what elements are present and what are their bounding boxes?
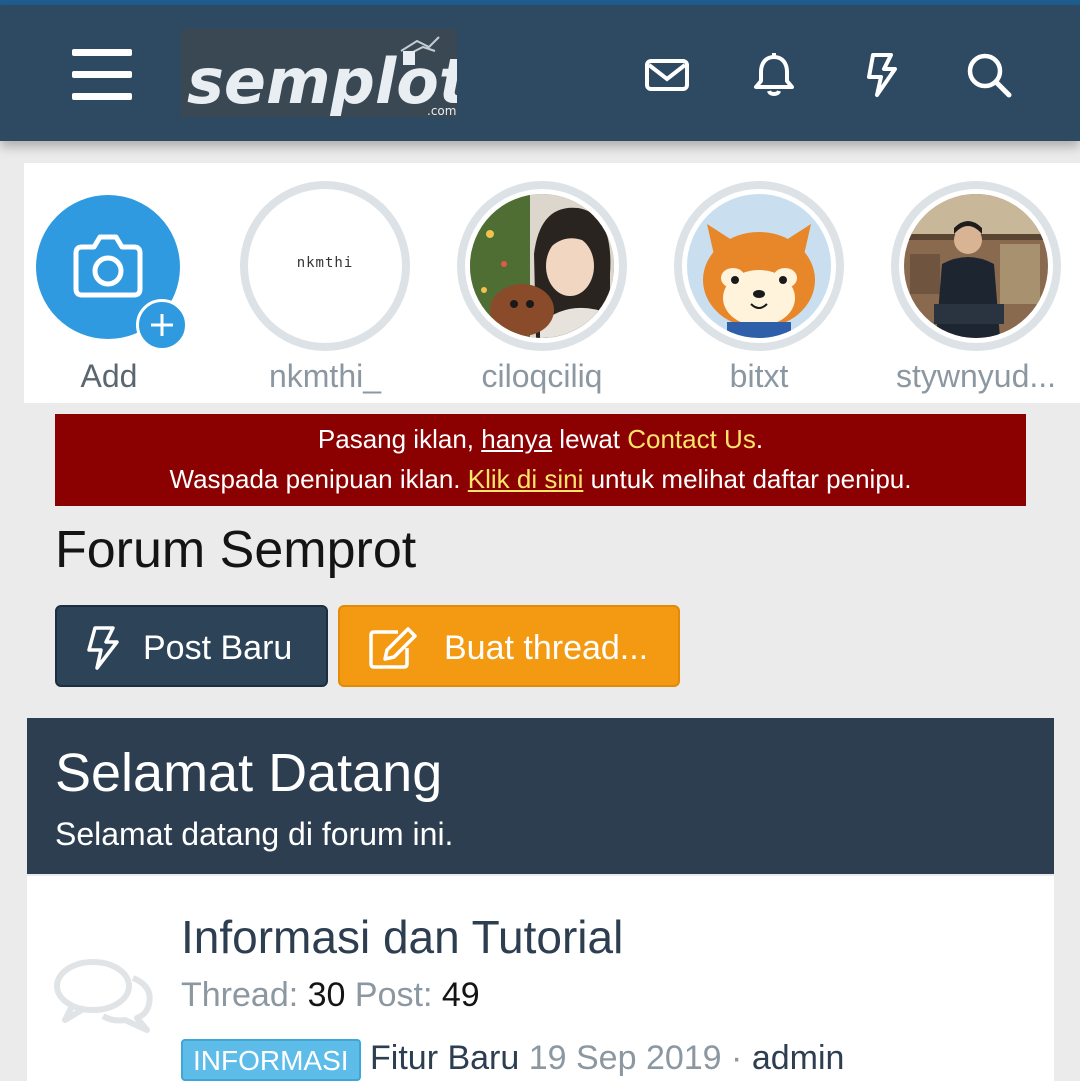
avatar: [687, 194, 831, 338]
comments-icon: [54, 959, 153, 1033]
logo-subtext: .com: [427, 104, 456, 117]
story-item[interactable]: bitxt: [674, 181, 844, 403]
klik-di-sini-link[interactable]: Klik di sini: [468, 464, 584, 494]
story-name: Add: [80, 358, 138, 394]
buat-thread-button[interactable]: Buat thread...: [338, 605, 680, 687]
latest-date: 19 Sep 2019: [528, 1039, 722, 1077]
avatar: [904, 194, 1048, 338]
search-icon[interactable]: [965, 51, 1013, 99]
notice-line-2: Waspada penipuan iklan. Klik di sini unt…: [169, 464, 912, 494]
post-baru-button[interactable]: Post Baru: [55, 605, 328, 687]
stories-bar: Add nkmthi nkmthi_ ciloqciliq bitxt styw…: [24, 163, 1080, 403]
envelope-icon[interactable]: [643, 51, 691, 99]
latest-thread-link[interactable]: Fitur Baru: [370, 1039, 519, 1077]
story-item[interactable]: stywnyud...: [891, 181, 1061, 403]
story-item[interactable]: nkmthi nkmthi_: [240, 181, 410, 403]
avatar: nkmthi: [248, 189, 402, 343]
bolt-icon: [87, 626, 119, 670]
forum-stats: Thread: 30 Post: 49: [181, 976, 480, 1014]
notice-line-1: Pasang iklan, hanya lewat Contact Us.: [317, 424, 764, 454]
post-baru-label: Post Baru: [143, 629, 293, 667]
welcome-section-header: Selamat Datang Selamat datang di forum i…: [27, 718, 1054, 874]
story-name: bitxt: [729, 358, 789, 394]
menu-icon[interactable]: [72, 49, 132, 101]
avatar-text: nkmthi: [296, 255, 354, 271]
welcome-title: Selamat Datang: [55, 743, 443, 803]
story-item[interactable]: ciloqciliq: [457, 181, 627, 403]
site-logo[interactable]: semplot .com: [181, 29, 457, 117]
thread-count: 30: [307, 976, 346, 1014]
bell-icon[interactable]: [750, 51, 798, 99]
prefix-badge: INFORMASI: [181, 1039, 361, 1081]
post-count: 49: [441, 976, 480, 1014]
forum-title-link[interactable]: Informasi dan Tutorial: [181, 910, 623, 964]
buat-thread-label: Buat thread...: [444, 629, 649, 667]
welcome-subtitle: Selamat datang di forum ini.: [55, 816, 454, 852]
page-title: Forum Semprot: [55, 521, 417, 579]
app-header: semplot .com: [0, 5, 1080, 141]
edit-icon: [369, 627, 417, 669]
hanya-link[interactable]: hanya: [481, 424, 552, 454]
forum-latest-thread: INFORMASI Fitur Baru 19 Sep 2019 · admin: [181, 1039, 844, 1081]
forum-node-row: Informasi dan Tutorial Thread: 30 Post: …: [27, 876, 1054, 1081]
avatar: [470, 194, 614, 338]
contact-us-link[interactable]: Contact Us: [627, 424, 756, 454]
story-name: ciloqciliq: [481, 358, 603, 394]
story-name: nkmthi_: [268, 358, 382, 394]
ad-notice-banner: Pasang iklan, hanya lewat Contact Us. Wa…: [55, 414, 1026, 506]
story-add[interactable]: Add: [24, 181, 194, 403]
story-name: stywnyud...: [895, 358, 1057, 394]
logo-text: semplot: [187, 45, 457, 117]
bolt-icon[interactable]: [857, 51, 905, 99]
latest-user-link[interactable]: admin: [752, 1039, 845, 1077]
plus-icon: [136, 299, 188, 351]
